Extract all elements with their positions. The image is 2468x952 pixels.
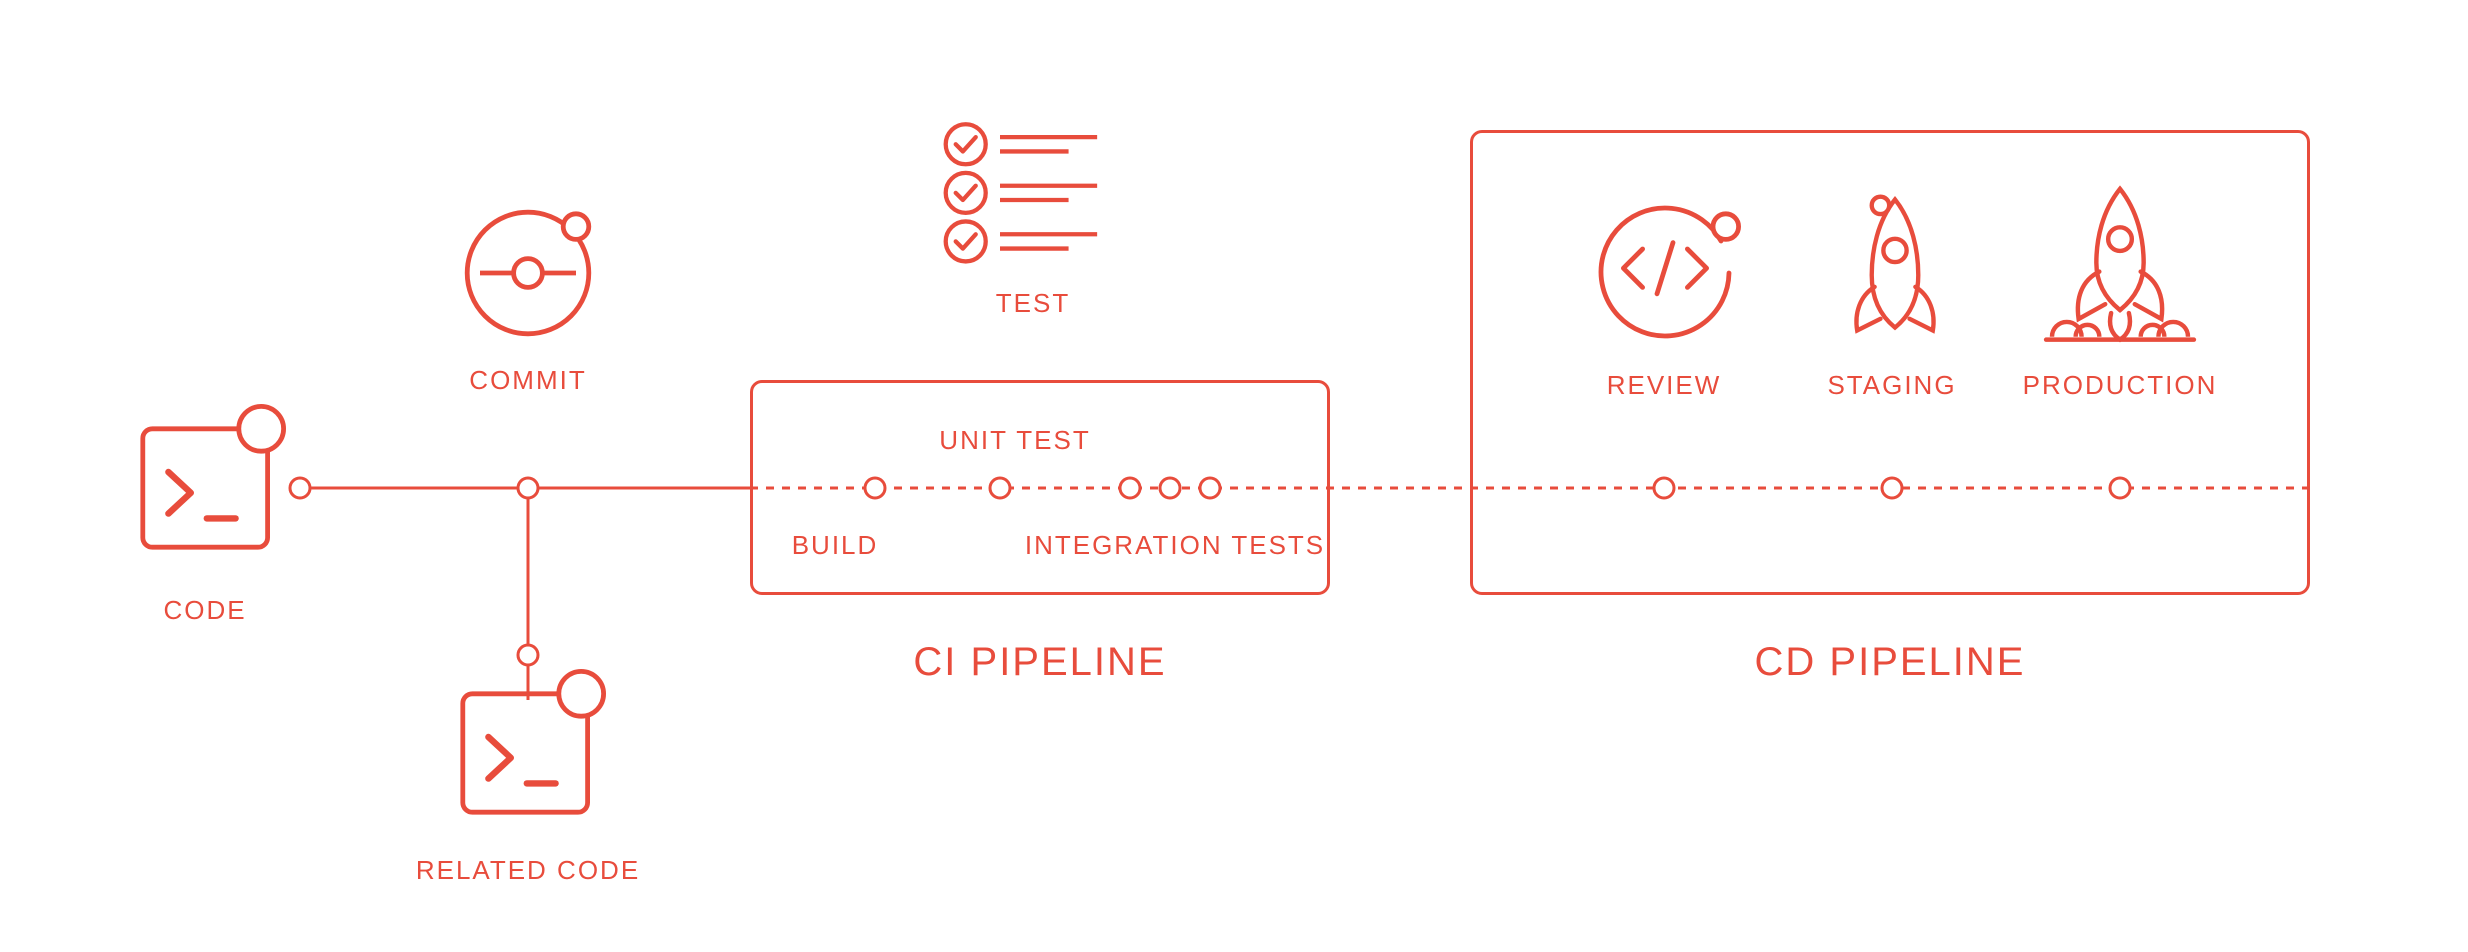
checklist-icon: [940, 115, 1140, 265]
ci-build-label: BUILD: [792, 530, 879, 561]
ci-pipeline-box: [750, 380, 1330, 595]
terminal-icon: [130, 400, 290, 560]
rocket-idle-icon: [1820, 185, 1970, 345]
ci-unit-test-label: UNIT TEST: [939, 425, 1090, 456]
ci-integration-tests-label: INTEGRATION TESTS: [1025, 530, 1325, 561]
commit-label: COMMIT: [469, 365, 586, 396]
terminal-icon: [450, 665, 610, 825]
cd-production-label: PRODUCTION: [2023, 370, 2218, 401]
code-review-icon: [1585, 185, 1745, 345]
related-code-label: RELATED CODE: [416, 855, 640, 886]
cd-staging-label: STAGING: [1827, 370, 1956, 401]
rocket-launch-icon: [2030, 180, 2210, 350]
cd-review-label: REVIEW: [1607, 370, 1722, 401]
ci-pipeline-title: CI PIPELINE: [913, 640, 1166, 685]
commit-icon: [448, 185, 608, 345]
code-label: CODE: [163, 595, 246, 626]
cd-pipeline-title: CD PIPELINE: [1755, 640, 2026, 685]
test-label: TEST: [996, 288, 1070, 319]
